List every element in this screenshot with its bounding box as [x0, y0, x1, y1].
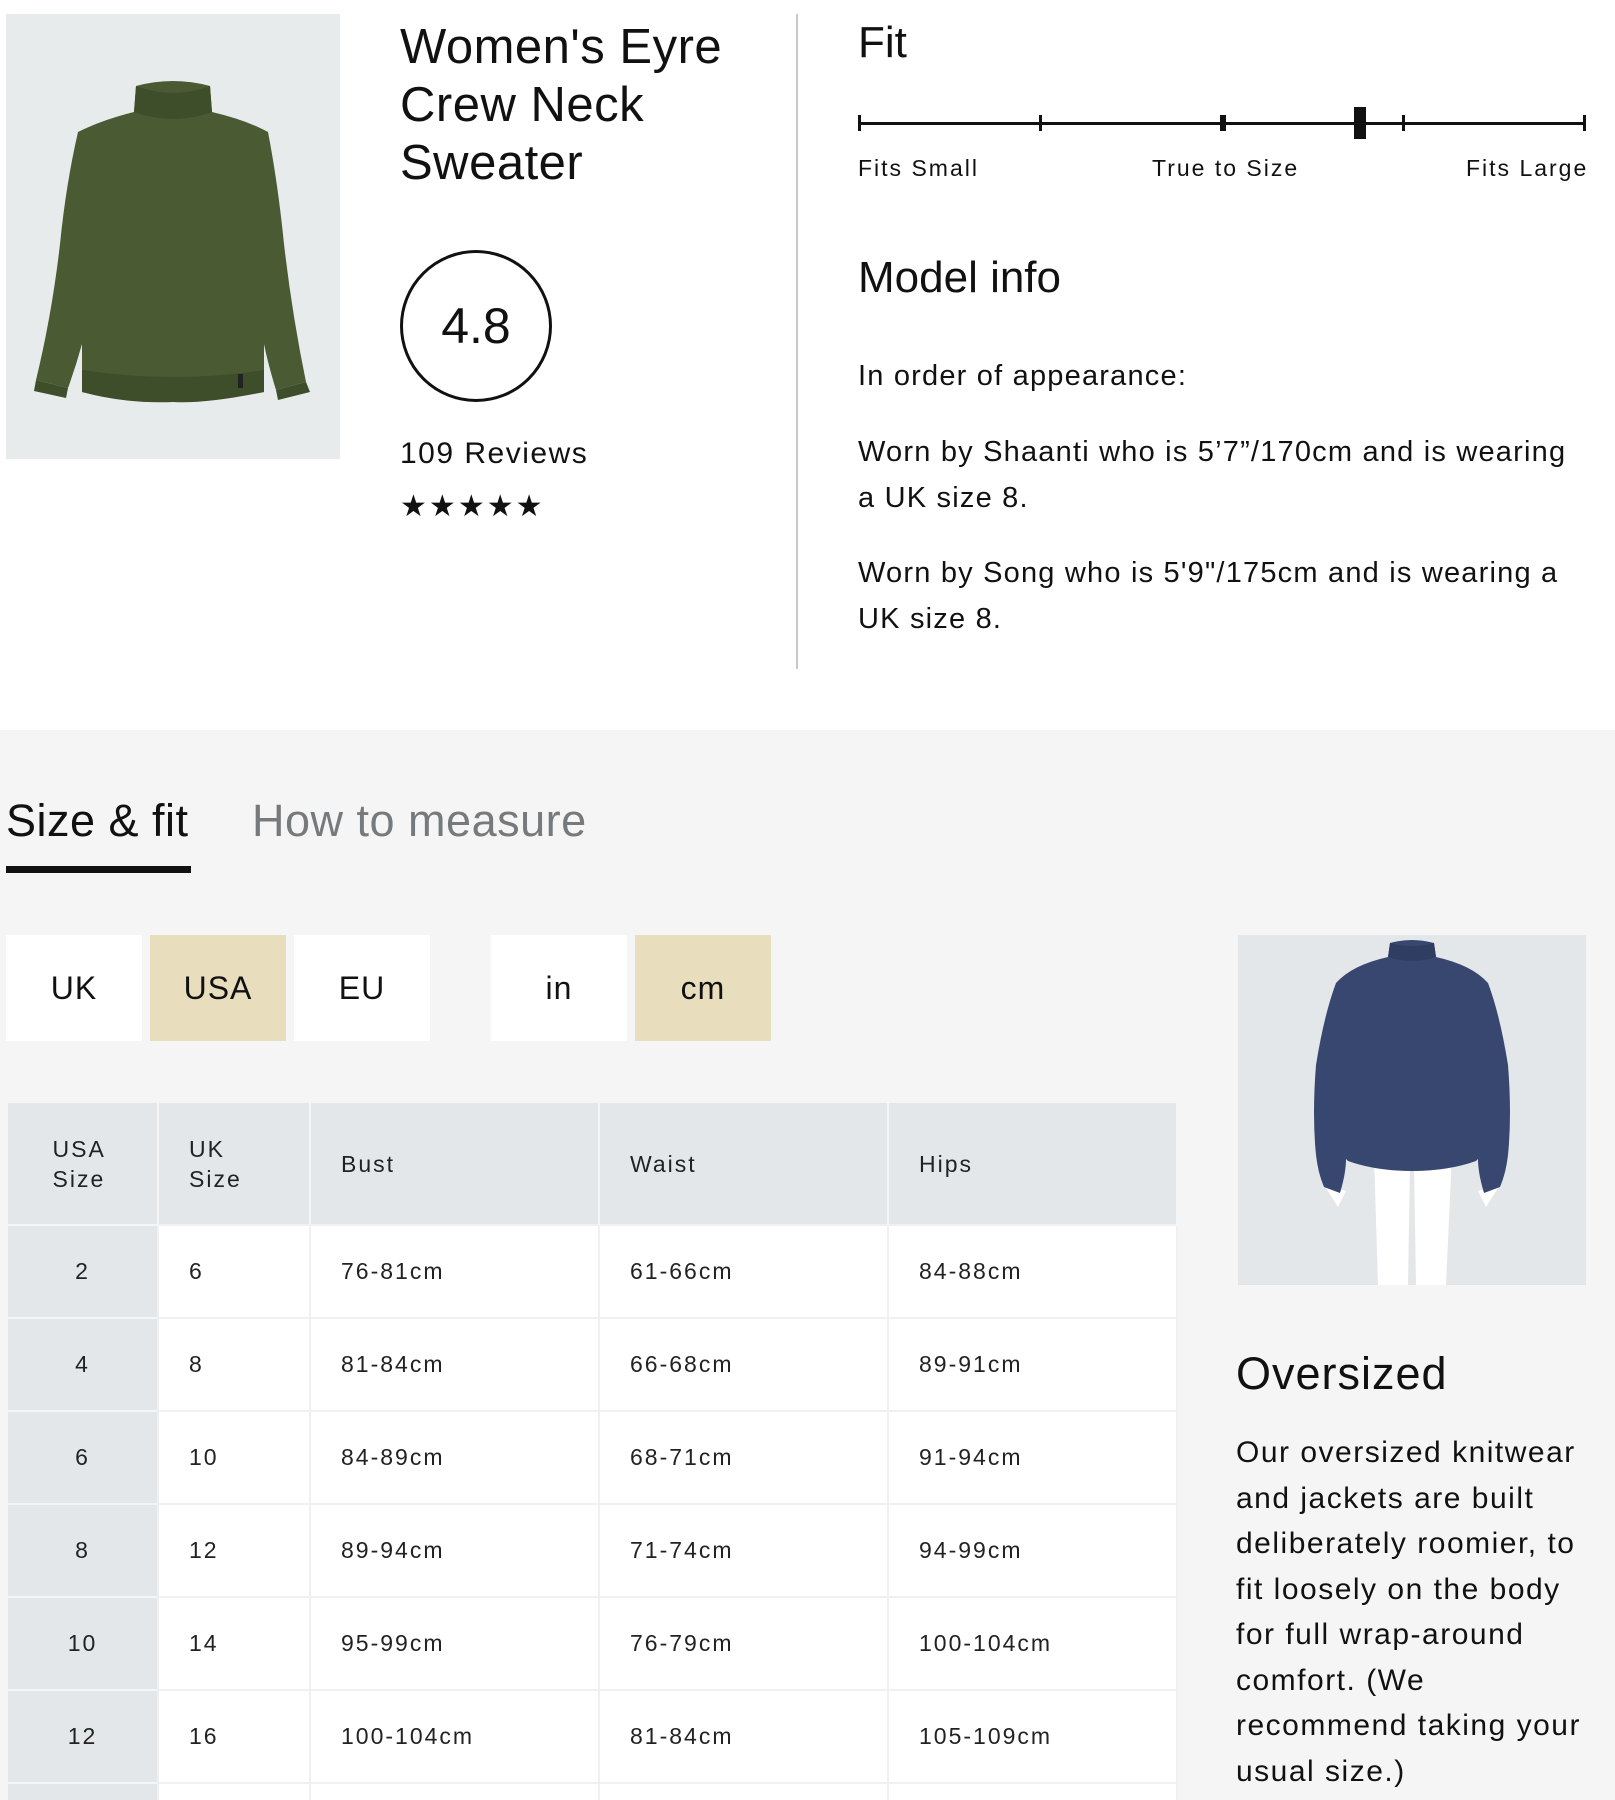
table-cell: 2	[8, 1224, 159, 1318]
model-info-heading: Model info	[858, 253, 1062, 302]
rating-value: 4.8	[441, 298, 511, 354]
product-image[interactable]	[6, 14, 340, 459]
table-row	[8, 1782, 1178, 1800]
product-summary-section: Women's Eyre Crew Neck Sweater 4.8 109 R…	[0, 0, 1615, 730]
fit-type-description: Our oversized knitwear and jackets are b…	[1236, 1436, 1581, 1788]
fit-scale-tick	[1402, 115, 1405, 131]
active-tab-indicator	[6, 866, 191, 873]
table-cell	[8, 1782, 159, 1800]
table-cell: 95-99cm	[310, 1596, 600, 1690]
table-cell: 76-79cm	[599, 1596, 889, 1690]
table-cell: 100-104cm	[310, 1689, 600, 1783]
star-icon: ★	[486, 490, 514, 523]
unit-toggle-cm[interactable]: cm	[635, 935, 771, 1041]
table-cell	[158, 1782, 311, 1800]
table-cell: 10	[158, 1410, 311, 1504]
table-cell: 10	[8, 1596, 159, 1690]
table-row: 12 16 100-104cm 81-84cm 105-109cm	[8, 1689, 1178, 1783]
region-toggle-eu[interactable]: EU	[294, 935, 430, 1041]
table-cell	[599, 1782, 889, 1800]
oversized-fit-figure-icon	[1314, 940, 1510, 1285]
fit-heading: Fit	[858, 18, 907, 67]
fit-label-small: Fits Small	[858, 155, 979, 181]
table-row: 2 6 76-81cm 61-66cm 84-88cm	[8, 1224, 1178, 1318]
region-toggle-usa[interactable]: USA	[150, 935, 286, 1041]
table-cell: 14	[158, 1596, 311, 1690]
region-toggle-uk[interactable]: UK	[6, 935, 142, 1041]
table-cell: 76-81cm	[310, 1224, 600, 1318]
table-cell: 81-84cm	[599, 1689, 889, 1783]
table-cell: 100-104cm	[888, 1596, 1178, 1690]
table-header-row: USA Size UK Size Bust Waist Hips	[8, 1103, 1178, 1225]
column-header: Waist	[599, 1103, 889, 1225]
tab-how-to-measure[interactable]: How to measure	[252, 795, 587, 847]
star-icon: ★	[457, 490, 485, 523]
table-cell: 71-74cm	[599, 1503, 889, 1597]
fit-scale-tick	[1583, 115, 1586, 131]
table-row: 10 14 95-99cm 76-79cm 100-104cm	[8, 1596, 1178, 1690]
star-icon: ★	[400, 490, 427, 523]
table-cell: 94-99cm	[888, 1503, 1178, 1597]
section-divider	[796, 14, 798, 669]
table-cell: 68-71cm	[599, 1410, 889, 1504]
table-cell: 12	[8, 1689, 159, 1783]
star-icon: ★	[515, 490, 543, 523]
table-cell: 89-91cm	[888, 1317, 1178, 1411]
table-row: 8 12 89-94cm 71-74cm 94-99cm	[8, 1503, 1178, 1597]
unit-toggle-in[interactable]: in	[491, 935, 627, 1041]
product-title: Women's Eyre Crew Neck Sweater	[400, 20, 723, 190]
tab-size-and-fit[interactable]: Size & fit	[6, 795, 189, 847]
table-cell: 4	[8, 1317, 159, 1411]
star-rating: ★ ★ ★ ★ ★	[400, 489, 543, 525]
table-cell: 16	[158, 1689, 311, 1783]
green-sweater-icon	[34, 81, 310, 403]
fit-scale-marker	[1354, 107, 1366, 139]
table-cell: 8	[8, 1503, 159, 1597]
model-info-entry: Worn by Shaanti who is 5’7”/170cm and is…	[858, 436, 1567, 514]
column-header: Bust	[310, 1103, 600, 1225]
fit-scale	[858, 104, 1586, 144]
table-cell: 61-66cm	[599, 1224, 889, 1318]
table-row: 6 10 84-89cm 68-71cm 91-94cm	[8, 1410, 1178, 1504]
table-cell: 8	[158, 1317, 311, 1411]
rating-badge: 4.8	[400, 250, 552, 402]
fit-label-true: True to Size	[1152, 155, 1300, 181]
table-cell: 91-94cm	[888, 1410, 1178, 1504]
fit-scale-tick	[858, 115, 861, 131]
fit-scale-tick	[1220, 115, 1226, 131]
table-cell	[310, 1782, 600, 1800]
table-cell: 84-88cm	[888, 1224, 1178, 1318]
table-cell: 6	[8, 1410, 159, 1504]
fit-label-large: Fits Large	[1466, 155, 1589, 181]
table-cell: 81-84cm	[310, 1317, 600, 1411]
table-cell: 12	[158, 1503, 311, 1597]
table-cell: 84-89cm	[310, 1410, 600, 1504]
column-header: USA Size	[8, 1103, 159, 1225]
table-cell: 105-109cm	[888, 1689, 1178, 1783]
table-cell	[888, 1782, 1178, 1800]
size-chart-table: USA Size UK Size Bust Waist Hips 2 6 76-…	[8, 1103, 1178, 1800]
fit-type-image	[1238, 935, 1586, 1285]
size-guide-section: Size & fit How to measure UK USA EU in c…	[0, 730, 1615, 1800]
fit-type-heading: Oversized	[1236, 1348, 1448, 1399]
table-row: 4 8 81-84cm 66-68cm 89-91cm	[8, 1317, 1178, 1411]
column-header: Hips	[888, 1103, 1178, 1225]
table-cell: 89-94cm	[310, 1503, 600, 1597]
fit-scale-tick	[1039, 115, 1042, 131]
reviews-link[interactable]: 109 Reviews	[400, 437, 588, 471]
model-info-intro: In order of appearance:	[858, 360, 1188, 392]
column-header: UK Size	[158, 1103, 311, 1225]
table-cell: 66-68cm	[599, 1317, 889, 1411]
star-icon: ★	[428, 490, 456, 523]
model-info-entry: Worn by Song who is 5'9"/175cm and is we…	[858, 557, 1559, 635]
table-cell: 6	[158, 1224, 311, 1318]
